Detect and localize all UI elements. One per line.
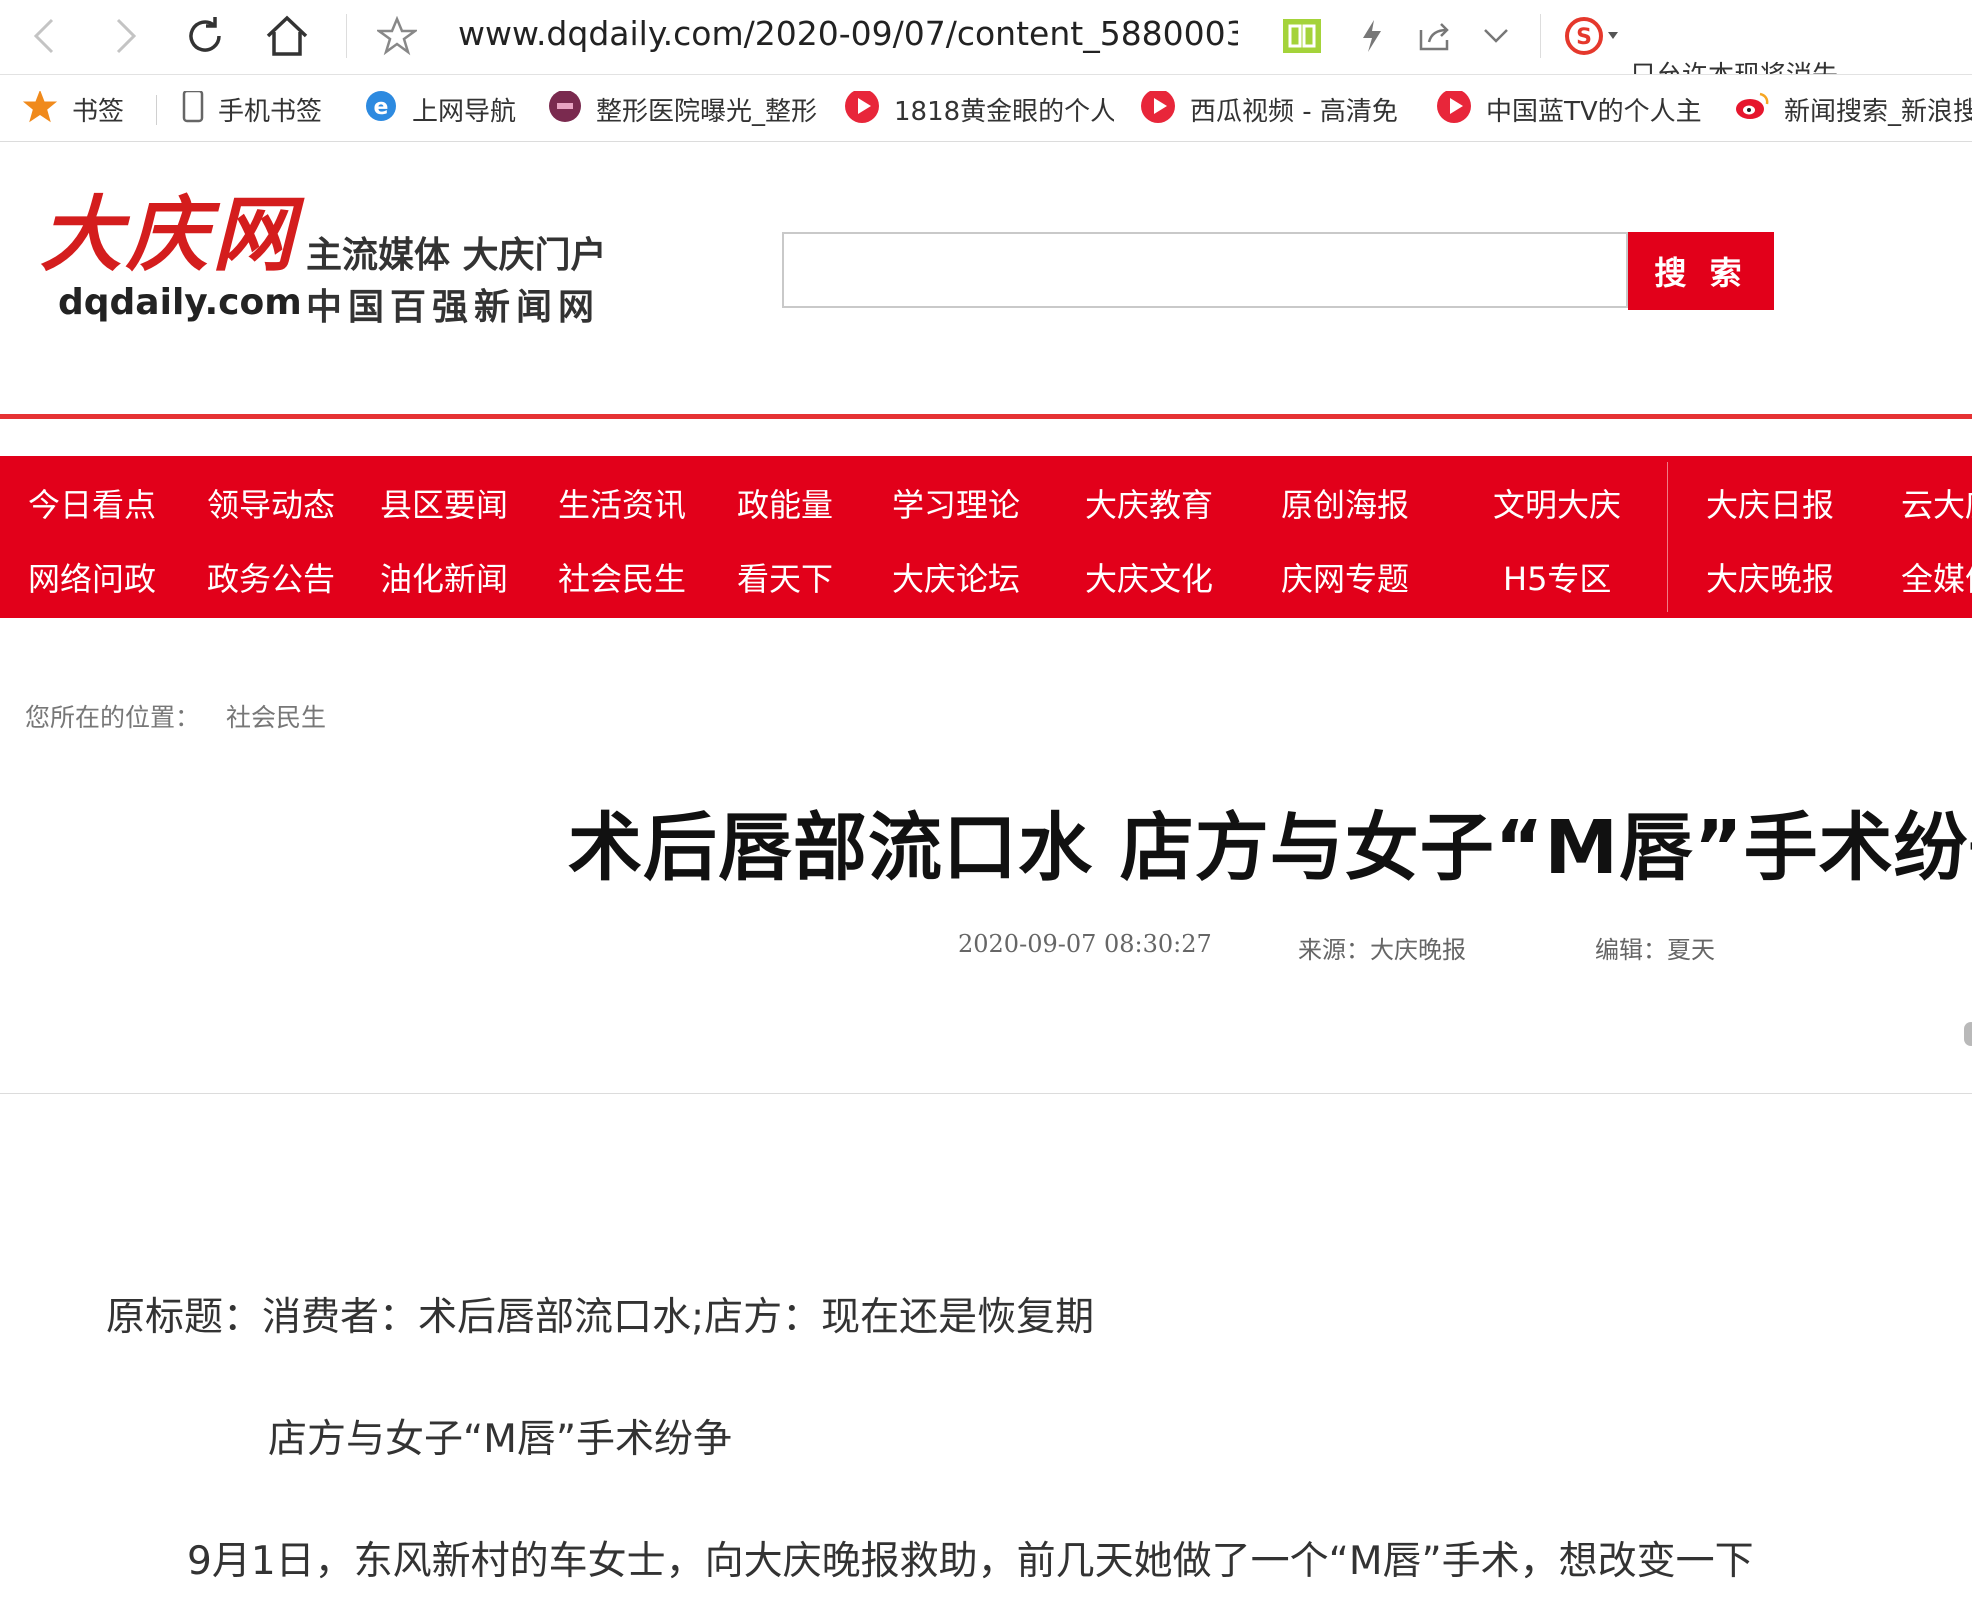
svg-text:S: S <box>1576 25 1592 50</box>
nav-item-youhua-xinwen[interactable]: 油化新闻 <box>380 554 508 600</box>
nav-item-wangluo-wenzheng[interactable]: 网络问政 <box>28 554 156 600</box>
play-icon <box>844 91 880 127</box>
article-divider <box>0 1093 1972 1094</box>
bookmark-label: 整形医院曝光_整形 <box>596 96 818 127</box>
nav-item-quan-meiti[interactable]: 全媒体 <box>1901 554 1972 600</box>
bookmark-item-zhongguolan[interactable]: 中国蓝TV的个人主 <box>1436 91 1706 127</box>
logo-domain: dqdaily.com <box>58 282 302 323</box>
breadcrumb-label: 您所在的位置： <box>25 703 201 732</box>
nav-item-zhengnengliang[interactable]: 政能量 <box>737 480 833 526</box>
share-icon[interactable] <box>1410 12 1460 60</box>
nav-item-daqing-jiaoyu[interactable]: 大庆教育 <box>1085 480 1213 526</box>
bookmark-label: 西瓜视频 - 高清免 <box>1190 96 1398 127</box>
bookmark-divider <box>156 95 157 125</box>
nav-item-shehui-minsheng[interactable]: 社会民生 <box>558 554 686 600</box>
breadcrumb-item-shehui-minsheng[interactable]: 社会民生 <box>226 698 326 734</box>
nav-item-xuexi-lilun[interactable]: 学习理论 <box>892 480 1020 526</box>
ie-icon: e <box>364 91 398 127</box>
nav-item-zhengwu-gonggao[interactable]: 政务公告 <box>207 554 335 600</box>
site-search-button[interactable]: 搜 索 <box>1628 232 1774 310</box>
bookmark-label: 书签 <box>72 96 125 127</box>
back-icon[interactable] <box>24 12 64 60</box>
play-icon <box>1140 91 1176 127</box>
bookmark-label: 新闻搜索_新浪搜 <box>1784 96 1972 127</box>
article-source: 来源：大庆晚报 <box>1298 936 1466 964</box>
article-paragraph: 原标题：消费者：术后唇部流口水;店方：现在还是恢复期 <box>106 1295 1095 1340</box>
toolbar-divider <box>346 14 347 58</box>
nav-item-xianqu-yaowen[interactable]: 县区要闻 <box>380 480 508 526</box>
toolbar-divider <box>1540 14 1541 58</box>
nav-item-daqing-wanbao[interactable]: 大庆晚报 <box>1706 554 1834 600</box>
bookmark-label: 手机书签 <box>218 96 323 127</box>
bookmark-label: 1818黄金眼的个人 <box>894 96 1114 127</box>
bookmark-item-bookmarks[interactable]: 书签 <box>22 91 124 127</box>
bookmark-item-huangjinyan[interactable]: 1818黄金眼的个人 <box>844 91 1114 127</box>
article-paragraph: 9月1日，东风新村的车女士，向大庆晚报救助，前几天她做了一个“M唇”手术，想改变… <box>187 1539 1754 1584</box>
bookmark-item-mobile[interactable]: 手机书签 <box>182 91 322 127</box>
reader-mode-icon[interactable] <box>1280 12 1324 60</box>
nav-item-qingwang-zhuanti[interactable]: 庆网专题 <box>1281 554 1409 600</box>
logo-text: 大庆网 <box>40 187 298 283</box>
nav-item-daqing-wenhua[interactable]: 大庆文化 <box>1085 554 1213 600</box>
browser-toolbar: www.dqdaily.com/2020-09/07/content_58800… <box>0 0 1972 75</box>
reload-icon[interactable] <box>180 12 230 60</box>
article-paragraph: 店方与女子“M唇”手术纷争 <box>268 1417 733 1462</box>
nav-item-lingdao-dongtai[interactable]: 领导动态 <box>207 480 335 526</box>
home-icon[interactable] <box>260 12 314 60</box>
nav-item-h5-zhuanqu[interactable]: H5专区 <box>1503 554 1611 600</box>
weibo-icon <box>1734 91 1770 127</box>
nav-item-shenghuo-zixun[interactable]: 生活资讯 <box>558 480 686 526</box>
header-divider <box>0 414 1972 419</box>
nav-item-kan-tianxia[interactable]: 看天下 <box>737 554 833 600</box>
svg-text:e: e <box>374 95 389 120</box>
clipped-notice: 只允许本现将消失 <box>1630 56 1838 74</box>
forward-icon[interactable] <box>106 12 146 60</box>
lightning-icon[interactable] <box>1352 12 1392 60</box>
bookmark-label: 上网导航 <box>412 96 517 127</box>
article-editor: 编辑：夏天 <box>1595 936 1715 964</box>
play-icon <box>1436 91 1472 127</box>
site-slogan-secondary: 中国百强新闻网 <box>306 287 601 328</box>
nav-item-jinri-kandian[interactable]: 今日看点 <box>28 480 156 526</box>
nav-item-daqing-ribao[interactable]: 大庆日报 <box>1706 480 1834 526</box>
site-slogan-primary: 主流媒体 大庆门户 <box>306 235 607 276</box>
nav-item-daqing-luntan[interactable]: 大庆论坛 <box>892 554 1020 600</box>
bookmark-item-sina-search[interactable]: 新闻搜索_新浪搜 <box>1734 91 1972 127</box>
nav-item-wenming-daqing[interactable]: 文明大庆 <box>1493 480 1621 526</box>
sogou-search-icon[interactable]: S <box>1560 12 1624 60</box>
nav-item-yun-daqing[interactable]: 云大庆 <box>1901 480 1972 526</box>
bookmark-star-icon[interactable] <box>374 12 420 60</box>
site-search-input[interactable] <box>782 232 1628 308</box>
bookmark-item-xigua[interactable]: 西瓜视频 - 高清免 <box>1140 91 1410 127</box>
phone-icon <box>182 91 204 127</box>
hospital-icon <box>548 91 582 127</box>
nav-divider <box>1667 462 1668 612</box>
article-date: 2020-09-07 08:30:27 <box>958 930 1212 958</box>
bookmark-label: 中国蓝TV的个人主 <box>1486 96 1702 127</box>
bookmark-item-hospital[interactable]: 整形医院曝光_整形 <box>548 91 818 127</box>
bookmark-item-navigation[interactable]: e 上网导航 <box>364 91 516 127</box>
bookmarks-bar: 书签 手机书签 e 上网导航 整形医院曝光_整形 1818黄金眼的个人 西瓜视频… <box>0 75 1972 142</box>
chevron-down-icon[interactable] <box>1476 12 1516 60</box>
star-icon <box>22 91 58 127</box>
article-title: 术后唇部流口水 店方与女子“M唇”手术纷争 <box>568 805 1972 891</box>
share-handle[interactable] <box>1964 1022 1972 1046</box>
nav-item-yuanchuang-haibao[interactable]: 原创海报 <box>1281 480 1409 526</box>
address-bar-url[interactable]: www.dqdaily.com/2020-09/07/content_58800… <box>458 14 1238 53</box>
